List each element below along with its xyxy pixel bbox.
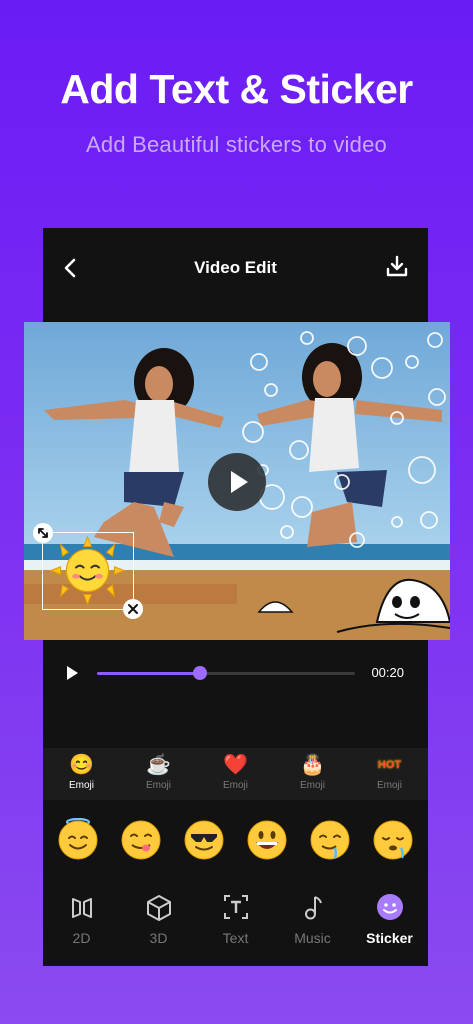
play-button[interactable] <box>208 453 266 511</box>
sunglasses-face-emoji[interactable] <box>182 818 226 862</box>
tool-2d[interactable]: 2D <box>43 886 120 956</box>
video-with-stickers <box>237 322 450 640</box>
time-label: 00:20 <box>371 665 404 680</box>
download-icon[interactable] <box>384 254 410 280</box>
tool-label: Music <box>294 930 331 946</box>
category-label: Emoji <box>145 780 171 791</box>
playback-controls: 00:20 <box>43 653 428 693</box>
category-icon: 🎂 <box>300 754 325 776</box>
play-icon <box>231 471 248 493</box>
resize-arrows-icon <box>38 528 48 538</box>
resize-handle[interactable] <box>33 523 53 543</box>
remove-sticker-button[interactable] <box>123 599 143 619</box>
sticker-category-bar: 😊 Emoji ☕ Emoji ❤️ Emoji 🎂 Emoji HOT Emoji <box>43 748 428 800</box>
seek-bar-knob[interactable] <box>193 666 208 680</box>
sleepy-face-emoji[interactable] <box>371 818 415 862</box>
category-label: Emoji <box>376 780 402 791</box>
seek-bar-progress <box>97 672 201 675</box>
sun-sticker <box>49 535 126 606</box>
tool-text[interactable]: Text <box>197 886 274 956</box>
category-label: Emoji <box>68 780 94 791</box>
category-icon: ❤️ <box>223 754 248 776</box>
tool-label: Text <box>222 930 249 946</box>
hero-title: Add Text & Sticker <box>60 66 413 112</box>
tool-3d[interactable]: 3D <box>120 886 197 956</box>
sticker-selection[interactable] <box>33 523 143 619</box>
tool-label: Sticker <box>366 930 413 946</box>
drool-face-emoji[interactable] <box>308 818 352 862</box>
category-tab[interactable]: HOT Emoji <box>351 748 428 800</box>
tool-label: 3D <box>149 930 168 946</box>
category-tab[interactable]: 😊 Emoji <box>43 748 120 800</box>
tool-sticker[interactable]: Sticker <box>351 886 428 956</box>
hero-subtitle: Add Beautiful stickers to video <box>86 132 387 157</box>
tool-music[interactable]: Music <box>274 886 351 956</box>
text-icon <box>223 895 248 919</box>
3d-cube-icon <box>146 895 171 921</box>
music-note-icon <box>304 896 322 920</box>
2d-icon <box>71 898 92 918</box>
emoji-grid <box>43 817 428 870</box>
category-icon: 😊 <box>69 754 94 776</box>
yum-face-emoji[interactable] <box>119 818 163 862</box>
bottom-toolbar: 2D 3D Text Music Sticker <box>43 886 428 956</box>
top-bar: Video Edit <box>43 228 428 308</box>
video-preview[interactable] <box>24 322 450 640</box>
tool-label: 2D <box>72 930 91 946</box>
category-icon: HOT <box>377 759 402 771</box>
category-tab[interactable]: ☕ Emoji <box>120 748 197 800</box>
seek-bar[interactable] <box>97 666 355 680</box>
category-tab[interactable]: 🎂 Emoji <box>274 748 351 800</box>
category-label: Emoji <box>222 780 248 791</box>
category-icon: ☕ <box>146 754 171 776</box>
category-label: Emoji <box>299 780 325 791</box>
page-title: Video Edit <box>194 258 277 277</box>
sticker-icon <box>376 894 403 920</box>
play-icon[interactable] <box>63 664 81 682</box>
halo-face-emoji[interactable] <box>56 817 100 862</box>
grin-face-emoji[interactable] <box>245 818 289 862</box>
category-tab[interactable]: ❤️ Emoji <box>197 748 274 800</box>
close-icon <box>128 604 138 614</box>
